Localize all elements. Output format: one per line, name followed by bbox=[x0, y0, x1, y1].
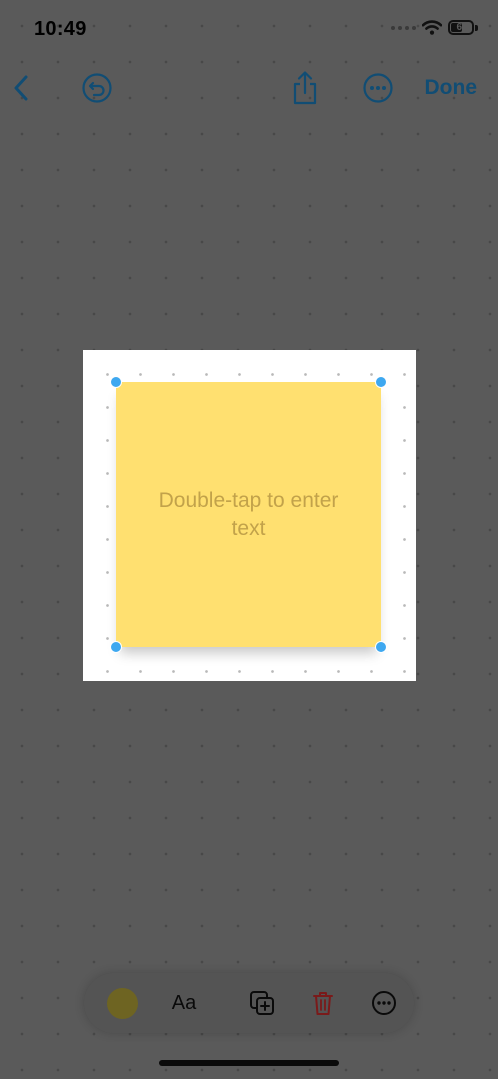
chevron-left-icon bbox=[14, 75, 28, 101]
status-icons: 61 bbox=[391, 20, 478, 35]
top-toolbar: Done bbox=[0, 62, 498, 114]
bottom-toolbar: Aa bbox=[84, 973, 414, 1033]
delete-button[interactable] bbox=[304, 973, 342, 1033]
text-style-label: Aa bbox=[171, 991, 197, 1014]
sticky-note-placeholder: Double-tap to enter text bbox=[158, 488, 339, 540]
battery-icon: 61 bbox=[448, 20, 478, 35]
color-button[interactable] bbox=[102, 973, 142, 1033]
duplicate-icon bbox=[250, 991, 274, 1015]
ellipsis-circle-icon bbox=[372, 991, 396, 1015]
home-indicator[interactable] bbox=[159, 1060, 339, 1066]
done-button[interactable]: Done bbox=[425, 76, 478, 100]
back-button[interactable] bbox=[6, 70, 36, 106]
resize-handle-bottom-left[interactable] bbox=[110, 641, 122, 653]
cellular-signal-icon bbox=[391, 25, 416, 30]
wifi-icon bbox=[422, 20, 442, 35]
undo-icon bbox=[82, 73, 112, 103]
battery-level: 61 bbox=[456, 21, 468, 33]
share-button[interactable] bbox=[288, 68, 322, 108]
status-bar: 10:49 61 bbox=[0, 0, 498, 56]
resize-handle-top-left[interactable] bbox=[110, 376, 122, 388]
undo-button[interactable] bbox=[80, 71, 114, 105]
resize-handle-bottom-right[interactable] bbox=[375, 641, 387, 653]
resize-handle-top-right[interactable] bbox=[375, 376, 387, 388]
sticky-note[interactable]: Double-tap to enter text bbox=[116, 382, 381, 647]
trash-icon bbox=[313, 992, 333, 1015]
share-icon bbox=[293, 71, 317, 105]
note-more-button[interactable] bbox=[365, 973, 403, 1033]
color-swatch-icon bbox=[106, 987, 138, 1019]
status-time: 10:49 bbox=[34, 18, 87, 40]
text-style-button[interactable]: Aa bbox=[162, 973, 206, 1033]
duplicate-button[interactable] bbox=[242, 973, 282, 1033]
more-button[interactable] bbox=[361, 71, 395, 105]
ellipsis-circle-icon bbox=[363, 73, 393, 103]
